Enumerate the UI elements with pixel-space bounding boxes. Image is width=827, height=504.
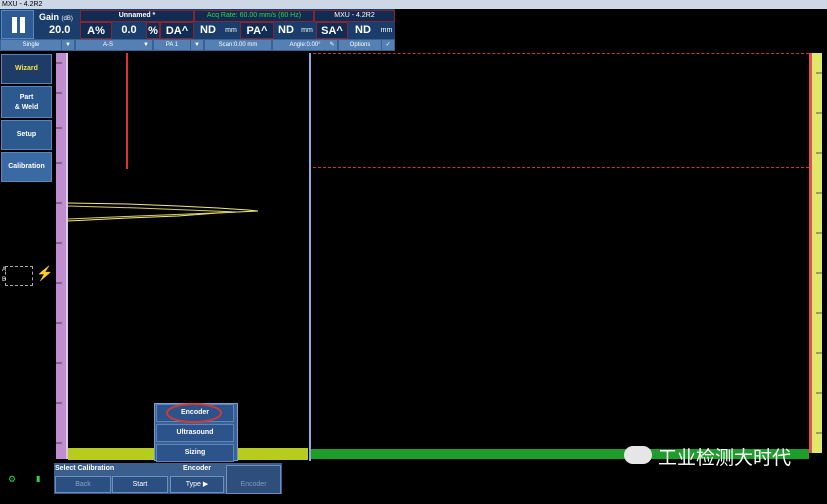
highlight-circle [166, 403, 222, 423]
probe-dropdown-icon[interactable]: ▼ [191, 40, 203, 50]
da-unit-box: mm [222, 22, 240, 39]
a-pct-box[interactable]: A% [80, 22, 112, 39]
pa-value: ND [278, 24, 294, 36]
scan-label: Scan:0.00 mm [218, 42, 258, 48]
acq-rate: Acq Rate: 60.00 mm/s (60 Hz) [206, 12, 302, 19]
sa-unit: mm [380, 27, 393, 34]
pa-label: PA^ [246, 25, 268, 37]
da-value-box: ND [194, 22, 222, 39]
a-pct-value-box: 0.0 [112, 22, 146, 39]
sidebar-calibration-label: Calibration [8, 163, 45, 170]
gain-display[interactable]: Gain (dB) 20.0 [35, 10, 77, 39]
sidebar-part-label: Part [19, 94, 34, 101]
pencil-icon[interactable]: ✎ [327, 40, 337, 50]
top-gate-line [313, 53, 809, 54]
version-box: MXU - 4.2R2 [314, 10, 395, 22]
pct-unit-box: % [146, 22, 160, 39]
type-label: Type [185, 481, 201, 488]
view-select[interactable]: A-S [76, 40, 140, 50]
indicator-a: A [2, 267, 7, 273]
da-label: DA^ [165, 25, 189, 37]
wechat-icon [624, 446, 652, 464]
pause-icon-right [20, 17, 25, 33]
sa-value: ND [355, 24, 371, 36]
a-scan-signal [68, 53, 259, 222]
app-version: MXU - 4.2R2 [334, 12, 375, 19]
amplitude-ruler-ticks [816, 72, 822, 434]
angle-label: Angle:0.00° [289, 42, 321, 48]
sidebar-wizard-label: Wizard [15, 65, 38, 72]
panel-title: Select Calibration [55, 465, 115, 472]
type-button[interactable]: Type ▶ [170, 476, 224, 493]
watermark-text: 工业检测大时代 [658, 448, 792, 469]
view-dropdown-icon[interactable]: ▼ [140, 40, 152, 50]
sidebar-item-setup[interactable]: Setup [1, 120, 52, 150]
indicator-b: B [2, 277, 7, 283]
ab-indicator [5, 266, 33, 286]
encoder-btn-label: Encoder [240, 481, 267, 488]
sa-box[interactable]: SA^ [316, 22, 348, 39]
scan-position[interactable]: Scan:0.00 mm [205, 40, 271, 50]
options-icon[interactable]: ✓ [382, 40, 394, 50]
pa-unit: mm [301, 27, 313, 34]
da-box[interactable]: DA^ [160, 22, 194, 39]
pa-unit-box: mm [298, 22, 316, 39]
popup-item-sizing[interactable]: Sizing [156, 444, 234, 462]
lightning-icon: ⚡ [36, 265, 54, 281]
start-button[interactable]: Start [112, 476, 168, 493]
title-bar: MXU - 4.2R2 [0, 0, 827, 9]
popup-item-ultrasound[interactable]: Ultrasound [156, 424, 234, 442]
acq-rate-box: Acq Rate: 60.00 mm/s (60 Hz) [194, 10, 314, 22]
mode-select[interactable]: Single [1, 40, 61, 50]
pause-icon-left [12, 17, 17, 33]
back-button[interactable]: Back [55, 476, 111, 493]
encoder-button[interactable]: Encoder [226, 465, 281, 494]
start-label: Start [132, 481, 148, 488]
sa-value-box: ND [348, 22, 378, 39]
da-unit: mm [225, 27, 237, 34]
gain-value: 20.0 [49, 24, 71, 36]
mode-dropdown-icon[interactable]: ▼ [62, 40, 74, 50]
options-label: Options [349, 42, 371, 48]
status-gear-icon: ⚙ [8, 474, 17, 484]
c-scan-view[interactable] [311, 53, 809, 449]
probe-select[interactable]: PA 1 [154, 40, 190, 50]
sidebar-item-part-weld[interactable]: Part & Weld [1, 86, 52, 118]
pa-value-box: ND [274, 22, 298, 39]
sa-unit-box: mm [378, 22, 395, 39]
status-battery-icon: ▮ [36, 474, 41, 483]
depth-ruler-ticks [56, 62, 62, 444]
mode-label: Single [22, 42, 40, 48]
sidebar-setup-label: Setup [16, 131, 37, 138]
gate-level-line [313, 167, 809, 168]
pause-button[interactable] [1, 10, 34, 39]
encoder-header-label: Encoder [182, 465, 211, 472]
popup-sizing-label: Sizing [184, 449, 206, 456]
file-name-box: Unnamed * [80, 10, 194, 22]
da-value: ND [200, 24, 216, 36]
a-pct-value: 0.0 [121, 24, 137, 36]
sidebar-item-wizard[interactable]: Wizard [1, 54, 52, 84]
view-label: A-S [102, 42, 113, 48]
options-menu[interactable]: Options [339, 40, 381, 50]
arrow-right-icon: ▶ [202, 481, 209, 488]
gain-unit: (dB) [61, 16, 73, 22]
pct-unit: % [148, 25, 158, 37]
probe-label: PA 1 [165, 42, 179, 48]
back-label: Back [75, 481, 91, 488]
sidebar-weld-label: & Weld [14, 104, 39, 111]
pa-box[interactable]: PA^ [240, 22, 274, 39]
sa-label: SA^ [321, 25, 343, 37]
sidebar-item-calibration[interactable]: Calibration [1, 152, 52, 182]
window-title: MXU - 4.2R2 [2, 1, 43, 8]
a-pct-label: A% [87, 25, 105, 37]
gain-label: Gain [39, 12, 60, 22]
encoder-header: Encoder [170, 463, 224, 475]
file-name: Unnamed * [118, 12, 156, 19]
popup-ultrasound-label: Ultrasound [176, 429, 214, 436]
